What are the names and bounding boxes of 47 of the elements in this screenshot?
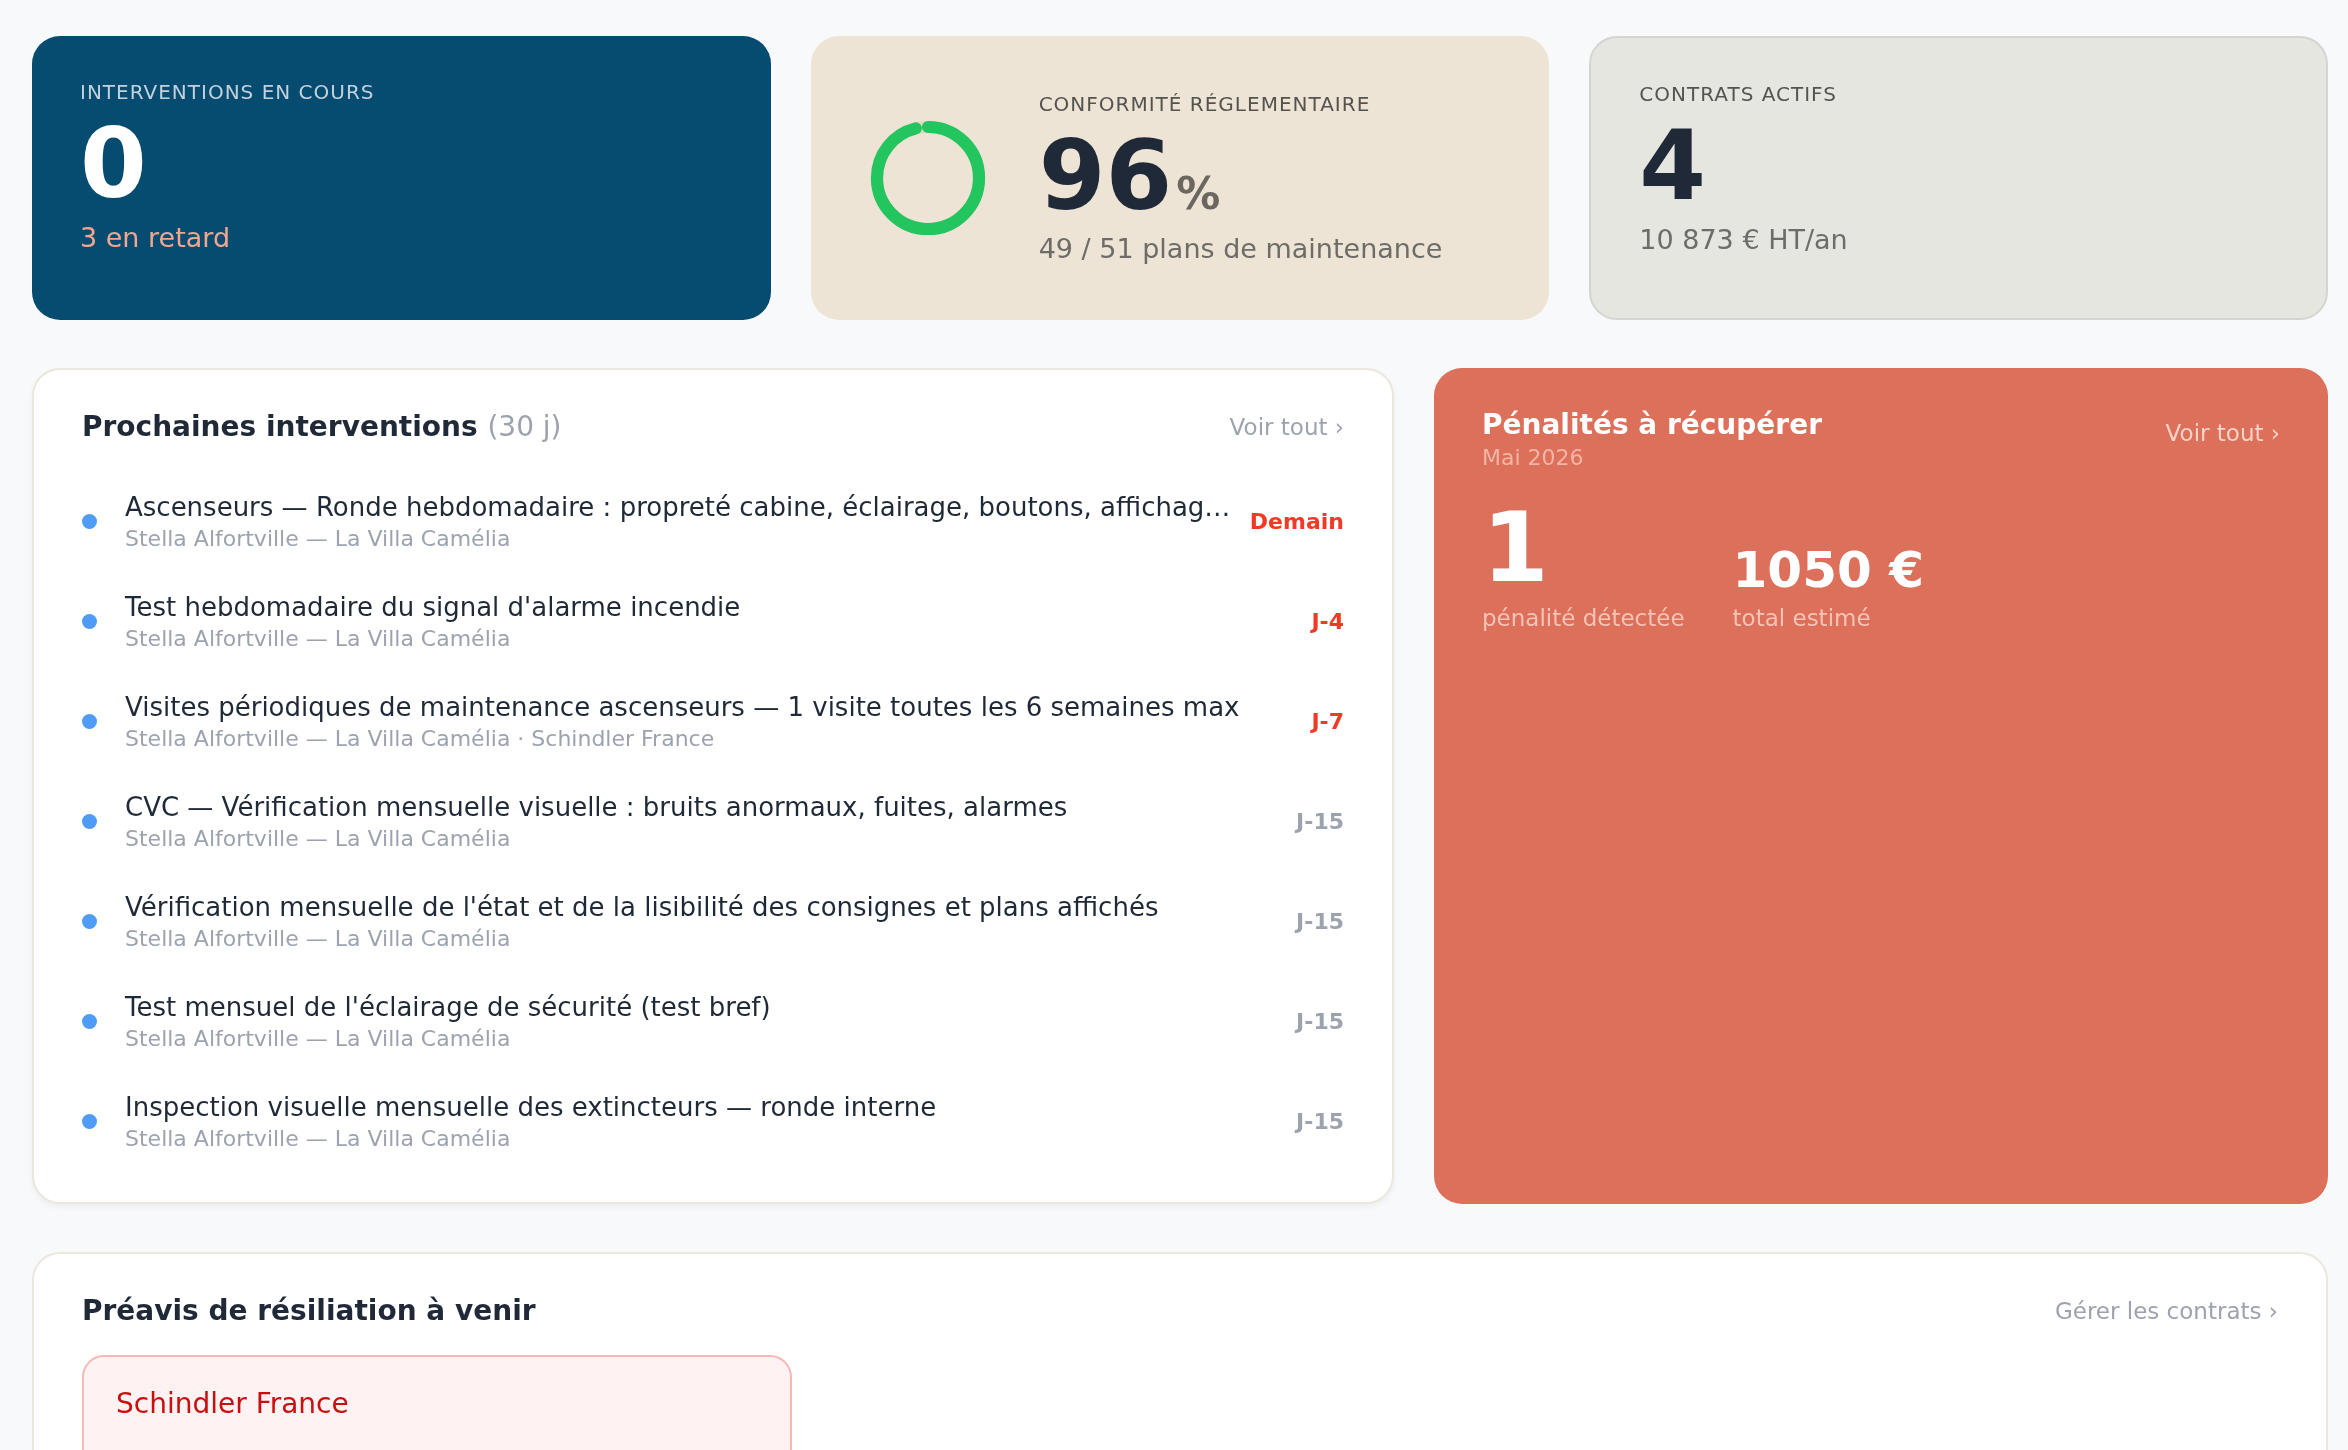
panel-title: Pénalités à récupérer xyxy=(1482,408,1822,441)
intervention-site: Stella Alfortville — La Villa Camélia · Schindler France xyxy=(125,725,716,751)
penalty-label: total estimé xyxy=(1732,604,1872,631)
due-label: J-15 xyxy=(1296,1108,1344,1134)
period-label: Mai 2026 xyxy=(1482,445,1585,470)
intervention-site: Stella Alfortville — La Villa Camélia xyxy=(125,925,512,951)
due-label: J-15 xyxy=(1296,908,1344,934)
due-label: Demain xyxy=(1249,508,1344,534)
penalty-label: pénalité détectée xyxy=(1482,604,1685,631)
intervention-title[interactable]: Inspection visuelle mensuelle des extincteurs — ronde interne xyxy=(125,1091,1281,1122)
due-label: J-15 xyxy=(1296,808,1344,834)
penalty-value: 1 xyxy=(1482,498,1550,599)
intervention-title[interactable]: CVC — Vérification mensuelle visuelle : bruits anormaux, fuites, alarmes xyxy=(125,791,1281,822)
intervention-site: Stella Alfortville — La Villa Camélia xyxy=(125,1125,512,1151)
contractor-name: Schindler France xyxy=(116,1387,349,1420)
intervention-site: Stella Alfortville — La Villa Camélia xyxy=(125,525,512,551)
status-dot xyxy=(82,1113,97,1129)
due-label: J-15 xyxy=(1296,1008,1344,1034)
intervention-title[interactable]: Test hebdomadaire du signal d'alarme incendie xyxy=(125,591,1296,622)
intervention-title[interactable]: Test mensuel de l'éclairage de sécurité (test bref) xyxy=(125,991,1281,1022)
kpi-value: 0 xyxy=(80,112,148,218)
intervention-site: Stella Alfortville — La Villa Camélia xyxy=(125,1025,512,1051)
intervention-title[interactable]: Vérification mensuelle de l'état et de la lisibilité des consignes et plans affichés xyxy=(125,891,1281,922)
due-label: J-7 xyxy=(1311,708,1344,734)
intervention-site: Stella Alfortville — La Villa Camélia xyxy=(125,625,512,651)
status-dot xyxy=(82,613,97,629)
kpi-label: CONTRATS ACTIFS xyxy=(1639,82,1838,106)
kpi-label: INTERVENTIONS EN COURS xyxy=(80,80,376,104)
kpi-value: 4 xyxy=(1639,114,1708,220)
kpi-note: 10 873 € HT/an xyxy=(1639,223,1849,255)
status-dot xyxy=(82,1013,97,1029)
intervention-site: Stella Alfortville — La Villa Camélia xyxy=(125,825,512,851)
kpi-note: 3 en retard xyxy=(80,221,232,253)
panel-title: Préavis de résiliation à venir xyxy=(82,1294,536,1327)
kpi-label: CONFORMITÉ RÉGLEMENTAIRE xyxy=(1038,91,1372,116)
kpi-value: 96% xyxy=(1038,123,1222,230)
status-dot xyxy=(82,813,97,829)
status-dot xyxy=(82,513,97,529)
panel-title: Prochaines interventions (30 j) xyxy=(82,410,562,443)
due-label: J-4 xyxy=(1311,608,1344,634)
penalty-value: 1050 € xyxy=(1732,540,1924,599)
intervention-title[interactable]: Visites périodiques de maintenance ascenseurs — 1 visite toutes les 6 semaines max xyxy=(125,691,1296,722)
intervention-title[interactable]: Ascenseurs — Ronde hebdomadaire : propreté cabine, éclairage, boutons, affichag… xyxy=(125,491,1234,522)
notice-card[interactable]: Schindler France xyxy=(82,1355,792,1450)
status-dot xyxy=(82,913,97,929)
status-dot xyxy=(82,713,97,729)
kpi-note: 49 / 51 plans de maintenance xyxy=(1038,233,1443,265)
